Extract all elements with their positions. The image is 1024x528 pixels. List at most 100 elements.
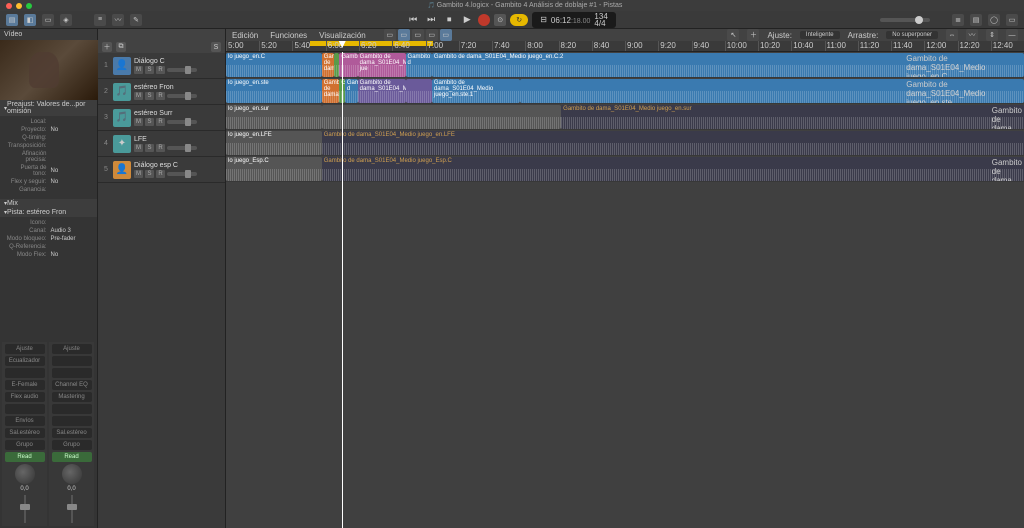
track-header[interactable]: 2 🎵 estéreo Fron M S R (98, 79, 225, 105)
scissor-icon[interactable]: ✎ (130, 14, 142, 26)
track-icon[interactable]: 🎵 (113, 83, 131, 101)
play-button[interactable]: ▶ (460, 13, 474, 27)
tracks-area[interactable]: lo juego_en.CGambito de damaGambitGambit… (226, 52, 1024, 528)
track-volume-slider[interactable] (167, 120, 197, 124)
strip-setting[interactable]: Ajuste (5, 344, 45, 354)
audio-region[interactable]: lo juego_en.ste (226, 79, 322, 103)
row-value[interactable]: No (51, 168, 92, 174)
track-volume-slider[interactable] (167, 172, 197, 176)
audio-region[interactable]: Gambito de dama_S01E04_Medio juego_Esp.C (322, 157, 1024, 181)
mix-header[interactable]: Mix (0, 199, 97, 208)
fader[interactable] (51, 494, 92, 524)
audio-region[interactable]: Gambito de dama_S01E04_Medio juego_en.st… (432, 79, 520, 103)
toolbar-button[interactable]: ▭ (42, 14, 54, 26)
track-icon[interactable]: 👤 (113, 57, 131, 75)
loops-button[interactable]: ◯ (988, 14, 1000, 26)
strip-slot[interactable]: Flex audio (5, 392, 45, 402)
global-solo-button[interactable]: S (211, 42, 221, 52)
menu-visualizacion[interactable]: Visualización (319, 31, 366, 40)
view-button-3[interactable]: ▭ (412, 29, 424, 41)
strip-slot[interactable]: Sal.estéreo (5, 428, 45, 438)
menu-funciones[interactable]: Funciones (270, 31, 307, 40)
view-button-2[interactable]: ▭ (398, 29, 410, 41)
audio-region[interactable]: Gambito de dama_S01E04_Medio juego_en.C (904, 53, 1024, 77)
audio-region[interactable]: Gambito d (345, 79, 358, 103)
record-enable-button[interactable]: R (156, 66, 165, 74)
audio-region[interactable]: Gambito de dama (322, 79, 340, 103)
strip-slot[interactable] (52, 404, 92, 414)
track-lane[interactable]: lo juego_en.LFE Gambito de dama_S01E04_M… (226, 130, 1024, 156)
mute-button[interactable]: M (134, 92, 143, 100)
track-icon[interactable]: ✦ (113, 135, 131, 153)
track-icon[interactable]: 🎵 (113, 109, 131, 127)
audio-region[interactable]: Gambito de dama (322, 53, 334, 77)
track-header[interactable]: 4 ✦ LFE M S R (98, 131, 225, 157)
fader[interactable] (4, 494, 45, 524)
pan-knob[interactable] (62, 464, 82, 484)
track-inspector-header[interactable]: Pista: estéreo Fron (0, 208, 97, 217)
audio-region[interactable] (406, 79, 432, 103)
audio-region[interactable]: lo juego_en.C (226, 53, 322, 77)
track-volume-slider[interactable] (167, 68, 197, 72)
waveform-zoom-icon[interactable]: 〰 (966, 29, 978, 41)
notes-button[interactable]: ▤ (970, 14, 982, 26)
record-enable-button[interactable]: R (156, 144, 165, 152)
record-enable-button[interactable]: R (156, 170, 165, 178)
add-track-button[interactable]: ＋ (102, 42, 112, 52)
audio-region[interactable]: Gambito de dama_S01E04_Medio jue (358, 53, 406, 77)
audio-region[interactable]: Gambito de dama_S01E04_Medio juego_en.LF… (322, 131, 1024, 155)
record-enable-button[interactable]: R (156, 92, 165, 100)
menu-edicion[interactable]: Edición (232, 31, 258, 40)
track-lane[interactable]: lo juego_Esp.C Gambito de dama_S01E04_Me… (226, 156, 1024, 182)
strip-slot[interactable]: Channel EQ (52, 380, 92, 390)
minimize-icon[interactable] (16, 3, 22, 9)
browser-button[interactable]: ▭ (1006, 14, 1018, 26)
row-value[interactable]: Pre-fader (51, 236, 92, 242)
zoom-h-button[interactable]: ⇔ (946, 29, 958, 41)
preset-header[interactable]: Preajust: Valores de...por omisión (0, 100, 97, 116)
master-volume-slider[interactable] (880, 18, 930, 22)
inspector-button[interactable]: ◧ (24, 14, 36, 26)
strip-automation[interactable]: Read (5, 452, 45, 462)
lcd-display[interactable]: ⊟ 06:12:18.00 1344/4 (532, 12, 616, 28)
audio-region[interactable]: lo juego_en.sur (226, 105, 322, 129)
mixer-button[interactable]: ≡ (94, 14, 106, 26)
mute-button[interactable]: M (134, 170, 143, 178)
track-header[interactable]: 1 👤 Diálogo C M S R (98, 53, 225, 79)
library-button[interactable]: ▤ (6, 14, 18, 26)
stop-button[interactable]: ⏹ (442, 13, 456, 27)
count-in-button[interactable]: ⊙ (494, 14, 506, 26)
track-volume-slider[interactable] (167, 146, 197, 150)
mute-button[interactable]: M (134, 144, 143, 152)
strip-group[interactable]: Grupo (5, 440, 45, 450)
row-value[interactable]: No (51, 179, 92, 185)
audio-region[interactable]: lo juego_en.LFE (226, 131, 322, 155)
record-button[interactable] (478, 14, 490, 26)
track-lane[interactable]: lo juego_en.steGambito de damaGaGambito … (226, 78, 1024, 104)
audio-region[interactable]: Gambito de dama (992, 157, 1024, 181)
playhead[interactable] (342, 52, 343, 528)
strip-slot[interactable]: Sal.estéreo (52, 428, 92, 438)
view-button-5[interactable]: ▭ (440, 29, 452, 41)
time-ruler[interactable]: 5:005:205:406:006:206:407:007:207:408:00… (226, 41, 1024, 52)
strip-slot[interactable]: Ecualizador (5, 356, 45, 366)
forward-button[interactable]: ⏭ (424, 13, 438, 27)
solo-button[interactable]: S (145, 144, 154, 152)
editor-button[interactable]: 〰 (112, 14, 124, 26)
close-icon[interactable] (6, 3, 12, 9)
solo-button[interactable]: S (145, 118, 154, 126)
solo-button[interactable]: S (145, 92, 154, 100)
zoom-h-slider[interactable]: — (1006, 29, 1018, 41)
record-enable-button[interactable]: R (156, 118, 165, 126)
strip-slot[interactable]: Mastering (52, 392, 92, 402)
audio-region[interactable]: Gambito d (406, 53, 432, 77)
audio-region[interactable]: Gambito de dama (992, 105, 1024, 129)
strip-slot[interactable]: E-Female (5, 380, 45, 390)
strip-slot[interactable] (5, 404, 45, 414)
rewind-button[interactable]: ⏮ (406, 13, 420, 27)
row-value[interactable]: No (51, 127, 92, 133)
audio-region[interactable]: lo juego_Esp.C (226, 157, 322, 181)
track-header[interactable]: 3 🎵 estéreo Surr M S R (98, 105, 225, 131)
track-icon[interactable]: 👤 (113, 161, 131, 179)
track-volume-slider[interactable] (167, 94, 197, 98)
